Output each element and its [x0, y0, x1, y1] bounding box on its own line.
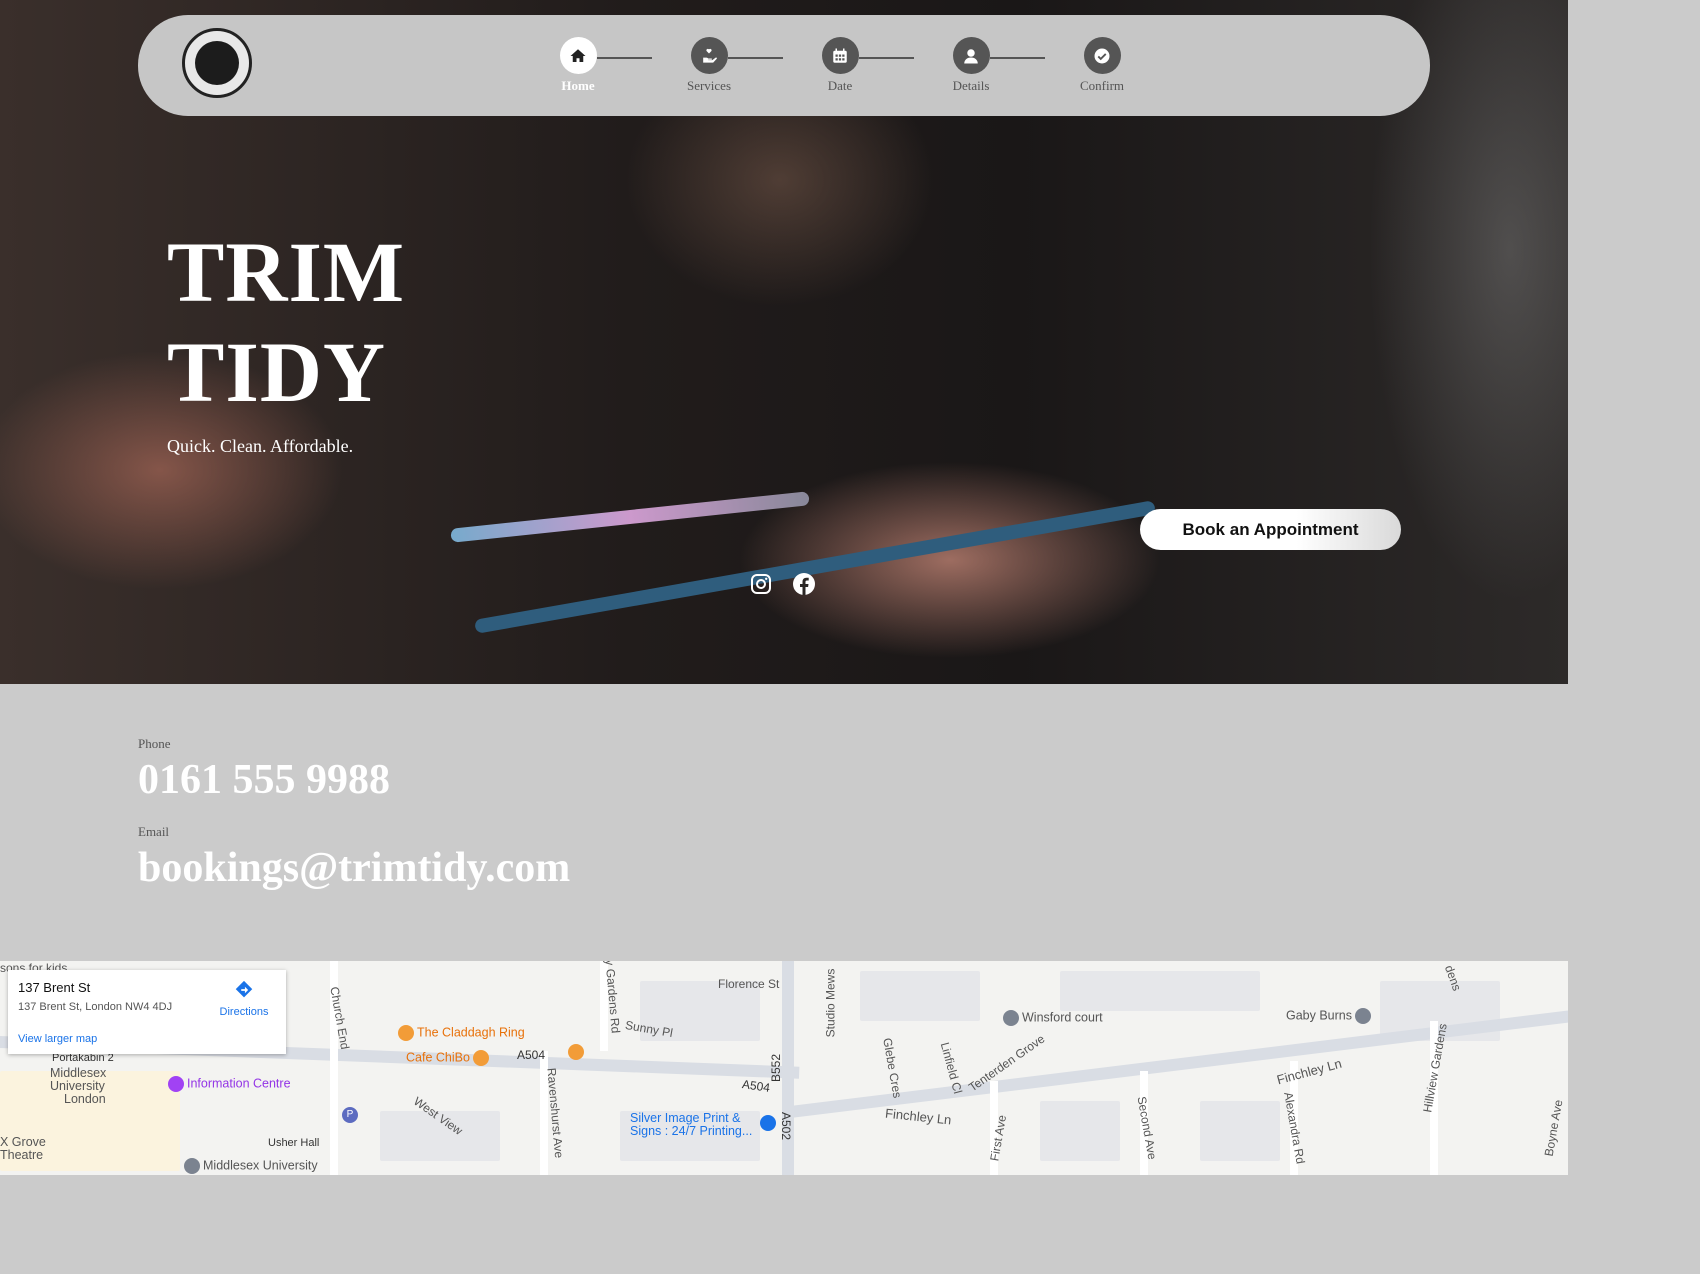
facebook-icon[interactable]: [792, 572, 816, 596]
map-poi[interactable]: [760, 1115, 779, 1131]
phone-label: Phone: [138, 736, 171, 751]
map-poi[interactable]: Middlesex University: [184, 1158, 318, 1174]
map-poi[interactable]: Gaby Burns: [1286, 1008, 1374, 1024]
step-date[interactable]: Date: [800, 37, 880, 94]
step-connector: [597, 57, 652, 59]
barbershop-logo[interactable]: [182, 28, 252, 98]
hero-title: TRIM TIDY: [167, 224, 406, 420]
map-poi[interactable]: The Claddagh Ring: [398, 1025, 525, 1041]
user-icon: [964, 48, 978, 63]
email-label: Email: [138, 824, 170, 839]
hero-section: TRIM TIDY Quick. Clean. Affordable. Book…: [0, 0, 1568, 684]
step-details[interactable]: Details: [931, 37, 1011, 94]
map-infobox: 137 Brent St 137 Brent St, London NW4 4D…: [8, 970, 286, 1054]
map-road-label: A504: [517, 1048, 546, 1062]
map-poi[interactable]: [568, 1044, 587, 1060]
step-confirm[interactable]: Confirm: [1062, 37, 1142, 94]
map-poi[interactable]: Information Centre: [168, 1076, 291, 1092]
map-street-label: Alexandra Rd: [1281, 1090, 1308, 1166]
phone-number[interactable]: 0161 555 9988: [138, 756, 390, 804]
calendar-icon: [833, 48, 847, 63]
map-poi[interactable]: Middlesex University London: [50, 1067, 106, 1106]
map-place-address: 137 Brent St, London NW4 4DJ: [18, 1001, 173, 1013]
step-connector: [728, 57, 783, 59]
embedded-map[interactable]: Florence St Sunny Pl A504 A504 B552 A502…: [0, 961, 1568, 1175]
map-street-label: Second Ave: [1134, 1095, 1160, 1161]
map-street-label: Florence St: [718, 977, 780, 991]
map-poi[interactable]: X Grove Theatre: [0, 1136, 46, 1162]
map-road-label: A504: [741, 1077, 771, 1095]
book-appointment-button[interactable]: Book an Appointment: [1140, 509, 1401, 550]
view-larger-map-link[interactable]: View larger map: [18, 1033, 97, 1045]
step-services[interactable]: Services: [669, 37, 749, 94]
booking-nav-bar: Home Services Date Details Confirm: [138, 15, 1430, 116]
hero-tagline: Quick. Clean. Affordable.: [167, 436, 354, 456]
service-hand-icon: [700, 48, 717, 63]
map-street-label: Finchley Ln: [884, 1105, 953, 1128]
directions-button[interactable]: Directions: [214, 979, 274, 1018]
map-road-label: A502: [779, 1111, 794, 1141]
contact-section: Phone 0161 555 9988 Email bookings@trimt…: [0, 684, 1568, 961]
step-home[interactable]: Home: [538, 37, 618, 94]
parking-icon: P: [342, 1107, 361, 1123]
map-street-label: Finchley Ln: [1275, 1055, 1344, 1088]
map-poi-label: Usher Hall: [268, 1137, 320, 1149]
map-street-label: Glebe Cres: [880, 1036, 905, 1100]
map-street-label: Studio Mews: [823, 968, 838, 1038]
check-icon: [1094, 48, 1110, 63]
instagram-icon[interactable]: [749, 572, 773, 596]
scissor-decor: [450, 491, 810, 543]
map-road-label: B552: [769, 1053, 784, 1083]
home-icon: [570, 48, 586, 62]
map-place-title: 137 Brent St: [18, 980, 91, 995]
map-poi[interactable]: Winsford court: [1003, 1010, 1103, 1026]
step-connector: [859, 57, 914, 59]
step-connector: [990, 57, 1045, 59]
map-poi[interactable]: Silver Image Print & Signs : 24/7 Printin…: [630, 1112, 752, 1138]
map-poi[interactable]: Cafe ChiBo: [406, 1050, 492, 1066]
map-street-label: Boyne Ave: [1541, 1098, 1566, 1158]
directions-icon: [235, 980, 253, 998]
email-address[interactable]: bookings@trimtidy.com: [138, 844, 570, 892]
